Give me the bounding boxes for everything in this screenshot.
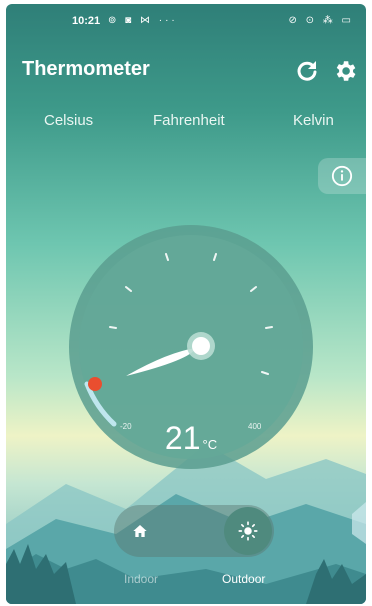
unit-tabs: Celsius Fahrenheit Kelvin — [6, 112, 366, 136]
status-time: 10:21 — [72, 15, 101, 27]
refresh-icon — [297, 61, 317, 81]
info-button[interactable] — [318, 158, 366, 194]
status-bar: 10:21 ⊚ ◙ ⋈ ··· ⊘ ⊙ ⁂ ▭ — [6, 4, 366, 38]
notification-icons: ⊚ ◙ ⋈ ··· — [108, 15, 178, 26]
indoor-button[interactable] — [116, 507, 164, 555]
refresh-button[interactable] — [292, 56, 322, 86]
system-status-icons: ⊘ ⊙ ⁂ ▭ — [288, 15, 354, 26]
thermometer-gauge: -20 400 21 °C — [68, 224, 314, 470]
page-title: Thermometer — [22, 58, 150, 80]
gear-icon — [336, 61, 356, 81]
outdoor-button[interactable] — [224, 507, 272, 555]
tab-celsius[interactable]: Celsius — [44, 112, 93, 129]
tab-kelvin[interactable]: Kelvin — [293, 112, 334, 129]
sun-icon — [238, 521, 258, 541]
app-screen: 10:21 ⊚ ◙ ⋈ ··· ⊘ ⊙ ⁂ ▭ Thermometer Cels… — [6, 4, 366, 604]
app-bar: Thermometer — [6, 52, 366, 92]
temperature-unit: °C — [202, 437, 218, 452]
info-icon — [331, 165, 353, 187]
indoor-outdoor-toggle[interactable] — [114, 505, 274, 557]
temperature-indicator — [88, 377, 102, 391]
temperature-value: 21 — [164, 420, 201, 456]
indoor-label: Indoor — [124, 572, 159, 586]
home-icon — [133, 525, 147, 537]
tab-fahrenheit[interactable]: Fahrenheit — [153, 112, 225, 129]
outdoor-label: Outdoor — [222, 572, 266, 586]
settings-button[interactable] — [330, 56, 360, 86]
temperature-readout: 21 °C — [68, 420, 314, 457]
